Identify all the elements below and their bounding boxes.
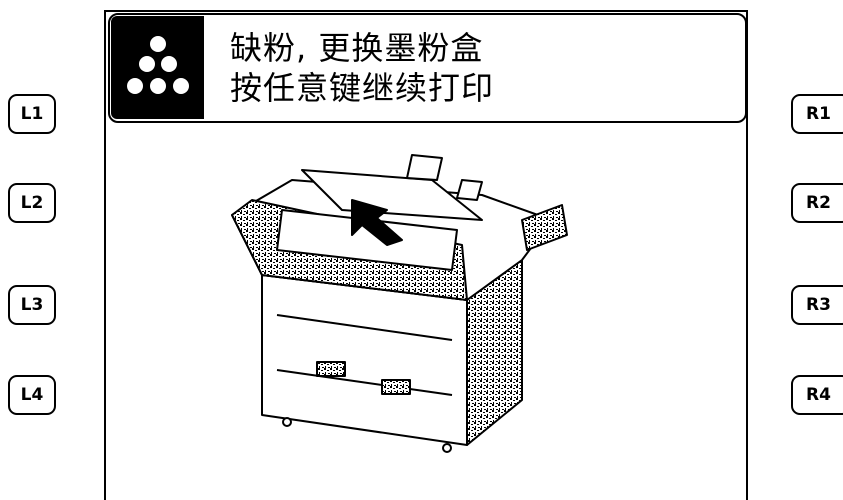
printer-open-toner-illustration (222, 140, 592, 460)
message-text: 缺粉, 更换墨粉盒 按任意键继续打印 (230, 28, 494, 108)
soft-key-l4[interactable]: L4 (8, 375, 56, 415)
soft-key-r2[interactable]: R2 (791, 183, 843, 223)
soft-key-l1[interactable]: L1 (8, 94, 56, 134)
message-line-2: 按任意键继续打印 (230, 69, 495, 107)
soft-key-r3[interactable]: R3 (791, 285, 843, 325)
soft-key-l3[interactable]: L3 (8, 285, 56, 325)
toner-dots-icon (111, 16, 204, 119)
soft-key-r4[interactable]: R4 (791, 375, 843, 415)
message-line-1: 缺粉, 更换墨粉盒 (230, 29, 484, 67)
soft-key-r1[interactable]: R1 (791, 94, 843, 134)
soft-key-l2[interactable]: L2 (8, 183, 56, 223)
